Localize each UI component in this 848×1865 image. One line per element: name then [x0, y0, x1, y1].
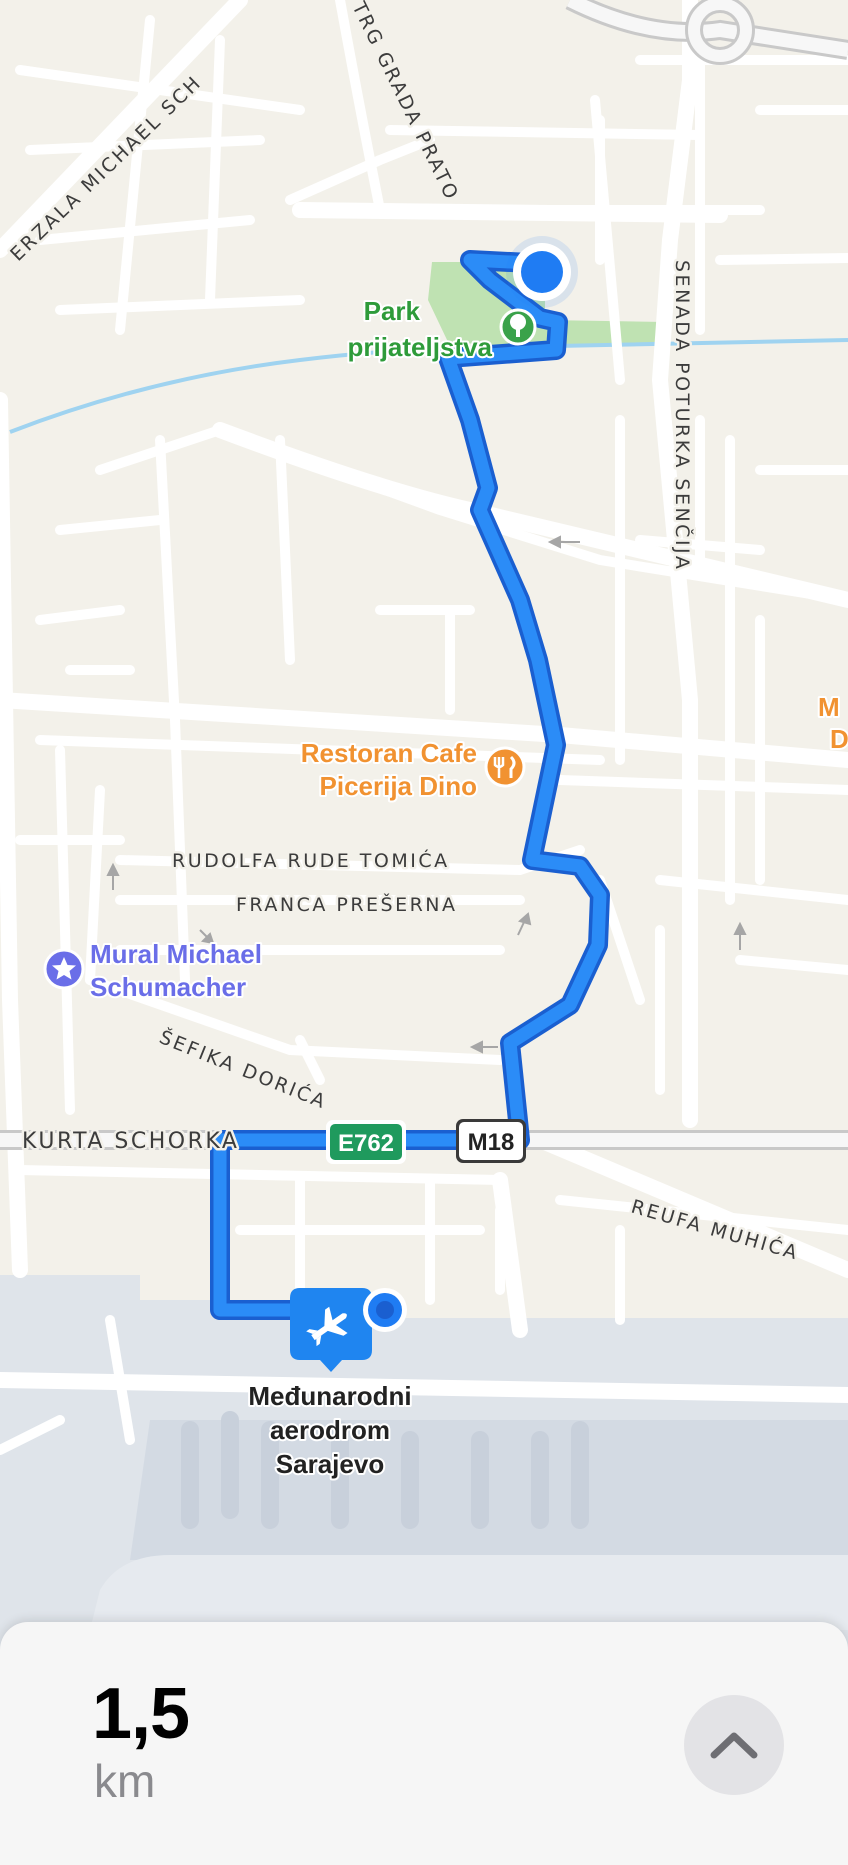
expand-card-button[interactable]	[684, 1695, 784, 1795]
poi-airport-label-line3: Sarajevo	[276, 1449, 384, 1479]
tree-icon	[499, 308, 537, 346]
poi-mural-label-line1: Mural Michael	[90, 939, 262, 969]
route-summary-card[interactable]: 1,5 km	[0, 1622, 848, 1865]
map-view[interactable]: ERZALA MICHAEL SCH TRG GRADA PRATO SENAD…	[0, 0, 848, 1865]
distance-value: 1,5	[92, 1674, 190, 1754]
poi-restaurant-label-line1: Restoran Cafe	[301, 738, 477, 768]
poi-airport-label-line2: aerodrom	[270, 1415, 390, 1445]
e762-shield: E762	[326, 1120, 406, 1164]
destination-marker	[363, 1288, 407, 1332]
m18-shield: M18	[456, 1119, 526, 1163]
poi-restaurant[interactable]: Restoran Cafe Picerija Dino	[299, 736, 526, 803]
poi-park-label-line1: Park	[364, 296, 421, 326]
poi-park-label-line2: prijateljstva	[347, 332, 492, 362]
runway	[90, 1555, 848, 1630]
poi-airport-label-line1: Međunarodni	[248, 1381, 411, 1411]
poi-mural-label-line2: Schumacher	[90, 972, 246, 1002]
fork-knife-icon	[484, 746, 526, 788]
poi-partial-right-line2: D	[830, 724, 848, 754]
roundabout	[565, 0, 848, 65]
m18-shield-label: M18	[468, 1129, 515, 1156]
street-label-kurta: KURTA SCHORKA	[22, 1129, 239, 1154]
street-label-reufa: REUFA MUHIĆA	[629, 1194, 803, 1265]
street-label-rudolfa: RUDOLFA RUDE TOMIĆA	[172, 848, 450, 872]
e762-shield-label: E762	[338, 1130, 394, 1157]
street-label-trg-prato: TRG GRADA PRATO	[347, 0, 463, 205]
poi-partial-right[interactable]: M D	[816, 690, 848, 756]
star-icon	[43, 948, 85, 990]
poi-mural[interactable]: Mural Michael Schumacher	[43, 937, 264, 1004]
poi-restaurant-label-line2: Picerija Dino	[320, 771, 478, 801]
street-label-senada: SENADA POTURKA SENČIJA	[671, 260, 695, 571]
street-label-franca: FRANCA PREŠERNA	[236, 892, 458, 916]
current-location-dot	[506, 236, 578, 308]
poi-partial-right-line1: M	[818, 692, 840, 722]
distance-unit: km	[94, 1755, 156, 1807]
chevron-up-icon	[710, 1732, 758, 1759]
